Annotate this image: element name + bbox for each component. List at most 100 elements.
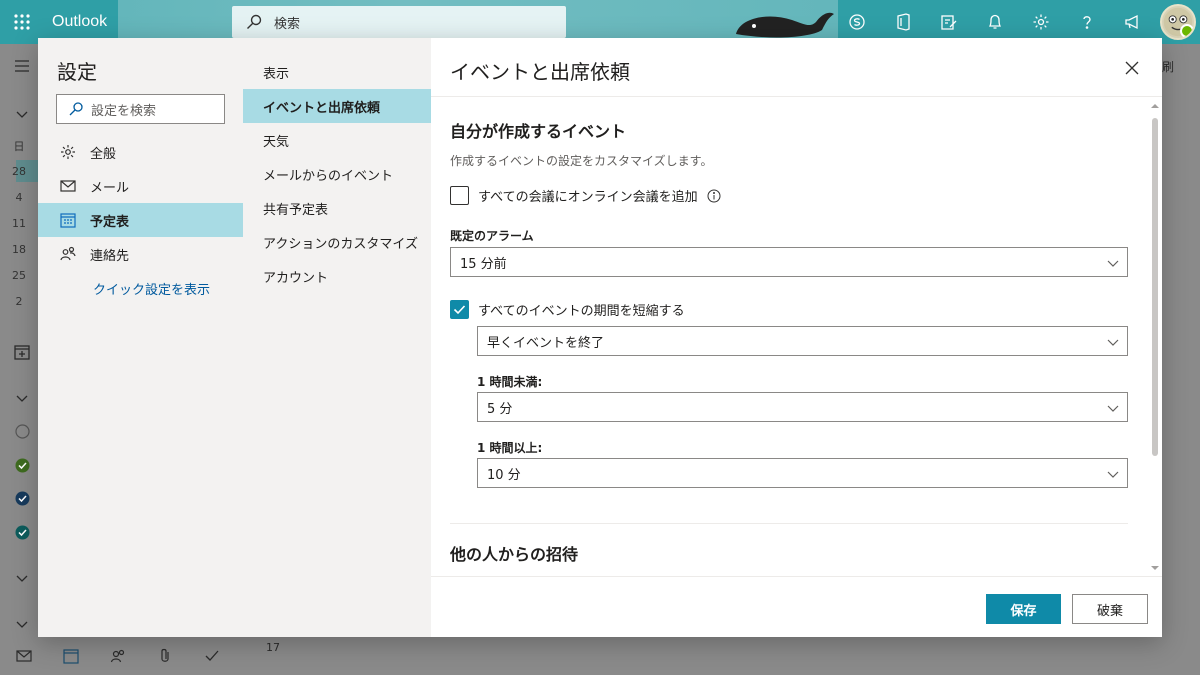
section-own-events-description: 作成するイベントの設定をカスタマイズします。: [450, 154, 713, 168]
background-calendar-button: [47, 636, 94, 675]
discard-button[interactable]: 破棄: [1072, 594, 1148, 624]
quick-settings-link[interactable]: クイック設定を表示: [38, 271, 243, 305]
under-hour-value: 5 分: [487, 401, 513, 417]
category-label: 予定表: [90, 214, 130, 230]
calendar-icon: [62, 648, 79, 664]
gear-icon: [61, 145, 75, 159]
section-divider: [450, 523, 1128, 524]
panel-title: イベントと出席依頼: [450, 60, 630, 84]
background-people-button: [94, 636, 141, 675]
shorten-mode-value: 早くイベントを終了: [487, 335, 605, 351]
background-left-rail: 日 28 4 11 18 25 2: [0, 44, 38, 675]
info-icon[interactable]: [707, 189, 721, 203]
chevron-down-icon: [1107, 471, 1119, 478]
settings-subsections-pane: 表示 イベントと出席依頼 天気 メールからのイベント 共有予定表 アクションのカ…: [243, 38, 431, 637]
megaphone-icon: [1125, 14, 1138, 30]
people-icon: [60, 246, 76, 261]
background-mail-button: [0, 636, 47, 675]
category-label: メール: [90, 180, 130, 196]
subsection-accounts[interactable]: アカウント: [243, 259, 431, 293]
settings-subsection-list: 表示 イベントと出席依頼 天気 メールからのイベント 共有予定表 アクションのカ…: [243, 55, 431, 293]
subsection-display[interactable]: 表示: [243, 55, 431, 89]
category-mail[interactable]: メール: [38, 169, 243, 203]
hamburger-icon: [15, 60, 29, 72]
empty-circle-icon: [15, 424, 30, 439]
mail-icon: [15, 649, 32, 662]
gear-icon: [1033, 14, 1049, 30]
shorten-mode-dropdown[interactable]: 早くイベントを終了: [477, 326, 1128, 356]
settings-search-input[interactable]: 設定を検索: [56, 94, 225, 124]
category-people[interactable]: 連絡先: [38, 237, 243, 271]
settings-dialog: 設定 設定を検索 全般 メール 予定表 連絡先 クイック設定を表示 表示 イベン…: [38, 38, 1162, 637]
background-day-number: 17: [266, 641, 280, 654]
checkmark-icon: [205, 650, 218, 661]
background-calendar-cell: 日: [13, 140, 25, 153]
save-button[interactable]: 保存: [986, 594, 1061, 624]
app-brand[interactable]: Outlook: [52, 13, 107, 31]
default-alarm-value: 15 分前: [460, 256, 507, 272]
chevron-down-icon: [16, 575, 28, 582]
avatar-icon: [1163, 7, 1193, 37]
under-hour-dropdown[interactable]: 5 分: [477, 392, 1128, 422]
subsection-shared-calendars[interactable]: 共有予定表: [243, 191, 431, 225]
account-avatar[interactable]: [1160, 4, 1196, 40]
people-icon: [110, 649, 124, 662]
waffle-icon: [14, 14, 30, 30]
vertical-scrollbar[interactable]: [1148, 98, 1162, 576]
whale-theme-image: [736, 12, 834, 38]
subsection-weather[interactable]: 天気: [243, 123, 431, 157]
category-label: 連絡先: [90, 248, 130, 264]
background-todo-button: [188, 636, 235, 675]
shorten-events-checkbox[interactable]: [450, 300, 469, 319]
settings-scroll-area: 自分が作成するイベント 作成するイベントの設定をカスタマイズします。 すべての会…: [450, 98, 1128, 576]
calendar-add-icon: [14, 345, 30, 360]
search-placeholder: 検索: [274, 16, 301, 32]
search-box[interactable]: 検索: [232, 6, 566, 38]
office-icon: [897, 13, 910, 31]
chevron-down-icon: [1107, 405, 1119, 412]
settings-content-pane: イベントと出席依頼 自分が作成するイベント 作成するイベントの設定をカスタマイズ…: [431, 38, 1162, 637]
checkmark-icon: [453, 305, 466, 315]
default-alarm-dropdown[interactable]: 15 分前: [450, 247, 1128, 277]
under-hour-label: 1 時間未満:: [477, 375, 543, 389]
close-icon: [1125, 61, 1139, 75]
settings-search-placeholder: 設定を検索: [91, 103, 157, 119]
scrollbar-thumb[interactable]: [1152, 118, 1158, 456]
background-module-switcher: [0, 636, 240, 675]
over-hour-dropdown[interactable]: 10 分: [477, 458, 1128, 488]
online-meeting-option: すべての会議にオンライン会議を追加: [450, 186, 721, 205]
background-calendar-cell: 4: [15, 191, 23, 204]
check-circle-icon: [15, 491, 30, 506]
footer-divider: [431, 576, 1162, 577]
shorten-events-option: すべてのイベントの期間を短縮する: [450, 300, 685, 319]
notepad-icon: [941, 15, 957, 30]
online-meeting-checkbox[interactable]: [450, 186, 469, 205]
background-calendar-cell: 2: [15, 295, 23, 308]
category-general[interactable]: 全般: [38, 135, 243, 169]
category-label: 全般: [90, 146, 117, 162]
settings-title: 設定: [57, 60, 97, 84]
shorten-events-label: すべてのイベントの期間を短縮する: [478, 304, 685, 319]
close-button[interactable]: [1118, 54, 1146, 82]
settings-categories-pane: 設定 設定を検索 全般 メール 予定表 連絡先 クイック設定を表示: [38, 38, 243, 637]
category-calendar[interactable]: 予定表: [38, 203, 243, 237]
search-icon: [69, 102, 83, 116]
chevron-down-icon: [1107, 260, 1119, 267]
background-refresh-label: 刷: [1162, 60, 1175, 74]
mail-icon: [60, 180, 76, 192]
subsection-events-from-email[interactable]: メールからのイベント: [243, 157, 431, 191]
scroll-up-arrow-icon[interactable]: [1151, 102, 1159, 110]
subsection-events-invitations[interactable]: イベントと出席依頼: [243, 89, 431, 123]
scroll-down-arrow-icon[interactable]: [1151, 564, 1159, 572]
over-hour-label: 1 時間以上:: [477, 441, 543, 455]
chevron-down-icon: [16, 111, 28, 118]
check-circle-icon: [15, 525, 30, 540]
skype-icon: [849, 14, 865, 30]
over-hour-value: 10 分: [487, 467, 521, 483]
question-icon: [1083, 16, 1091, 29]
check-circle-icon: [15, 458, 30, 473]
default-alarm-label: 既定のアラーム: [450, 229, 534, 243]
background-calendar-cell: 25: [12, 269, 26, 282]
settings-category-list: 全般 メール 予定表 連絡先 クイック設定を表示: [38, 135, 243, 305]
subsection-customize-actions[interactable]: アクションのカスタマイズ: [243, 225, 431, 259]
